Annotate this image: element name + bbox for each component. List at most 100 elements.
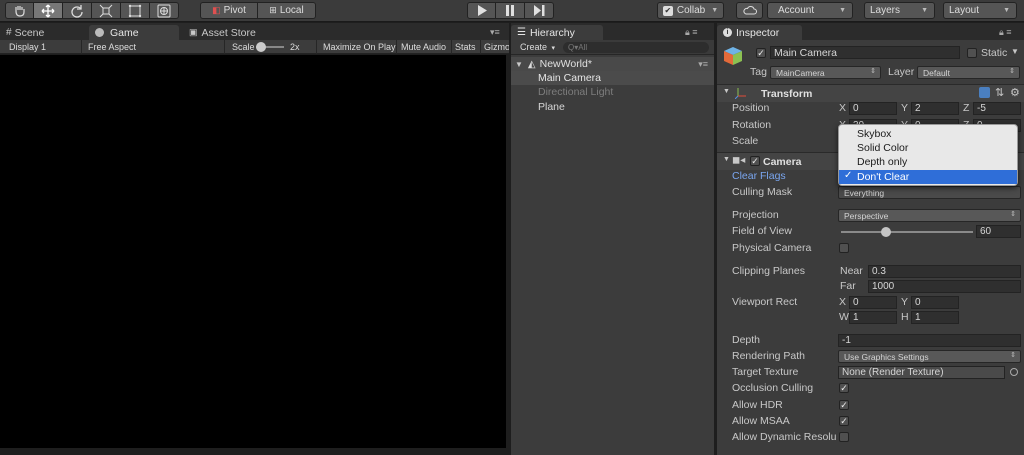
- near-field[interactable]: 0.3: [868, 265, 1021, 278]
- checkmark-icon: ✔: [662, 5, 673, 16]
- expand-arrow-icon[interactable]: ▼: [723, 156, 730, 163]
- divider: [451, 40, 452, 54]
- collab-button[interactable]: ✔ Collab ▼: [657, 2, 724, 19]
- hierarchy-item-plane[interactable]: Plane: [511, 100, 714, 114]
- rect-tool-icon[interactable]: [121, 2, 150, 19]
- allow-msaa-checkbox[interactable]: ✓: [839, 416, 849, 426]
- layout-dropdown[interactable]: Layout ▼: [943, 2, 1017, 19]
- chevron-updown-icon: ⇕: [870, 68, 876, 75]
- chevron-down-icon: ▾: [551, 45, 556, 52]
- lock-icon[interactable]: 🔒︎ ≡: [685, 27, 698, 38]
- position-x-field[interactable]: 0: [849, 102, 897, 115]
- game-icon: [95, 28, 104, 37]
- culling-mask-dropdown[interactable]: Everything: [838, 186, 1021, 199]
- viewport-w-field[interactable]: 1: [849, 311, 897, 324]
- gizmos-dropdown[interactable]: Gizmo: [484, 41, 509, 53]
- target-texture-field[interactable]: None (Render Texture): [838, 366, 1005, 379]
- unity-scene-icon: ◭: [527, 58, 536, 70]
- occlusion-culling-checkbox[interactable]: ✓: [839, 383, 849, 393]
- transform-header[interactable]: ▼ Transform ⇅ ⚙︎: [717, 84, 1024, 102]
- rendering-path-dropdown[interactable]: Use Graphics Settings ⇕: [838, 350, 1021, 363]
- layers-dropdown[interactable]: Layers ▼: [864, 2, 935, 19]
- fov-slider-thumb[interactable]: [881, 227, 892, 237]
- layer-dropdown[interactable]: Default ⇕: [917, 66, 1020, 79]
- scale-slider-thumb[interactable]: [256, 42, 266, 52]
- tab-scene[interactable]: # Scene: [0, 25, 84, 40]
- chevron-down-icon[interactable]: ▼: [1011, 47, 1019, 56]
- hand-tool-icon[interactable]: [5, 2, 34, 19]
- display-dropdown[interactable]: Display 1: [9, 41, 81, 53]
- hierarchy-item-main-camera[interactable]: Main Camera: [511, 71, 714, 85]
- scale-slider[interactable]: [256, 41, 284, 53]
- static-checkbox[interactable]: [967, 48, 977, 58]
- scale-tool-icon[interactable]: [92, 2, 121, 19]
- gear-icon[interactable]: ⚙︎: [1010, 86, 1020, 99]
- divider: [224, 40, 225, 54]
- depth-label: Depth: [732, 334, 761, 346]
- hierarchy-search-input[interactable]: Q▾All: [563, 42, 709, 53]
- expand-arrow-icon[interactable]: ▼: [723, 88, 730, 95]
- position-z-field[interactable]: -5: [973, 102, 1021, 115]
- transform-tool-icon[interactable]: [150, 2, 179, 19]
- game-view-toolbar: Display 1 Free Aspect Scale 2x Maximize …: [0, 40, 509, 54]
- hierarchy-item-directional-light[interactable]: Directional Light: [511, 85, 714, 99]
- object-name-field[interactable]: Main Camera: [770, 46, 960, 59]
- create-dropdown[interactable]: Create ▾: [520, 42, 555, 52]
- cloud-icon: [742, 6, 757, 15]
- physical-camera-checkbox[interactable]: [839, 243, 849, 253]
- active-checkbox[interactable]: ✓: [756, 48, 766, 58]
- local-button[interactable]: ⊞ Local: [258, 2, 316, 19]
- mute-audio-toggle[interactable]: Mute Audio: [401, 41, 446, 53]
- aspect-dropdown[interactable]: Free Aspect: [88, 41, 218, 53]
- tag-dropdown[interactable]: MainCamera ⇕: [770, 66, 881, 79]
- depth-field[interactable]: -1: [838, 334, 1021, 347]
- tab-asset-store[interactable]: ▣ Asset Store: [183, 25, 283, 40]
- menu-item-dont-clear[interactable]: ✓ Don't Clear: [839, 170, 1017, 184]
- rotate-tool-icon[interactable]: [63, 2, 92, 19]
- menu-item-solid-color[interactable]: Solid Color: [839, 141, 1017, 155]
- chevron-down-icon: ▼: [1003, 7, 1010, 14]
- fov-slider[interactable]: [841, 227, 973, 237]
- grid-icon: #: [6, 27, 12, 38]
- scene-row[interactable]: ▼ ◭ NewWorld* ▾≡: [511, 57, 714, 71]
- list-item-label: Plane: [538, 101, 565, 113]
- lock-icon[interactable]: 🔒︎ ≡: [999, 27, 1012, 38]
- allow-hdr-checkbox[interactable]: ✓: [839, 400, 849, 410]
- preset-sliders-icon[interactable]: ⇅: [995, 86, 1004, 99]
- menu-item-depth-only[interactable]: Depth only: [839, 155, 1017, 169]
- viewport-h-field[interactable]: 1: [911, 311, 959, 324]
- pause-button[interactable]: [496, 2, 525, 19]
- tab-inspector[interactable]: i Inspector: [717, 25, 802, 40]
- tab-hierarchy-label: Hierarchy: [529, 26, 575, 39]
- cloud-button[interactable]: [736, 2, 763, 19]
- object-picker-icon[interactable]: [1010, 368, 1018, 376]
- help-book-icon[interactable]: [979, 87, 990, 98]
- fov-field[interactable]: 60: [976, 225, 1021, 238]
- panel-menu-icon[interactable]: ▾≡: [490, 27, 500, 38]
- scene-menu-icon[interactable]: ▾≡: [698, 59, 708, 70]
- step-button[interactable]: [525, 2, 554, 19]
- target-texture-label: Target Texture: [732, 366, 799, 378]
- static-label: Static: [981, 47, 1008, 59]
- chevron-down-icon: ▼: [711, 7, 719, 14]
- maximize-on-play-toggle[interactable]: Maximize On Play: [323, 41, 396, 53]
- play-button[interactable]: [467, 2, 496, 19]
- game-viewport[interactable]: [0, 55, 506, 448]
- position-x-value: 0: [853, 103, 859, 114]
- display-label: Display 1: [9, 42, 47, 52]
- pivot-button[interactable]: ◧ Pivot: [200, 2, 258, 19]
- viewport-x-field[interactable]: 0: [849, 296, 897, 309]
- account-dropdown[interactable]: Account ▼: [767, 2, 853, 19]
- camera-enabled-checkbox[interactable]: ✓: [750, 156, 760, 166]
- position-y-field[interactable]: 2: [911, 102, 959, 115]
- stats-toggle[interactable]: Stats: [455, 41, 476, 53]
- expand-arrow-icon[interactable]: ▼: [515, 60, 523, 69]
- far-field[interactable]: 1000: [868, 280, 1021, 293]
- tab-hierarchy[interactable]: ☰ Hierarchy: [511, 25, 603, 40]
- tab-game[interactable]: Game: [89, 25, 179, 40]
- allow-dynamic-resolution-checkbox[interactable]: [839, 432, 849, 442]
- move-tool-icon[interactable]: [34, 2, 63, 19]
- projection-dropdown[interactable]: Perspective ⇕: [838, 209, 1021, 222]
- menu-item-skybox[interactable]: Skybox: [839, 127, 1017, 141]
- viewport-y-field[interactable]: 0: [911, 296, 959, 309]
